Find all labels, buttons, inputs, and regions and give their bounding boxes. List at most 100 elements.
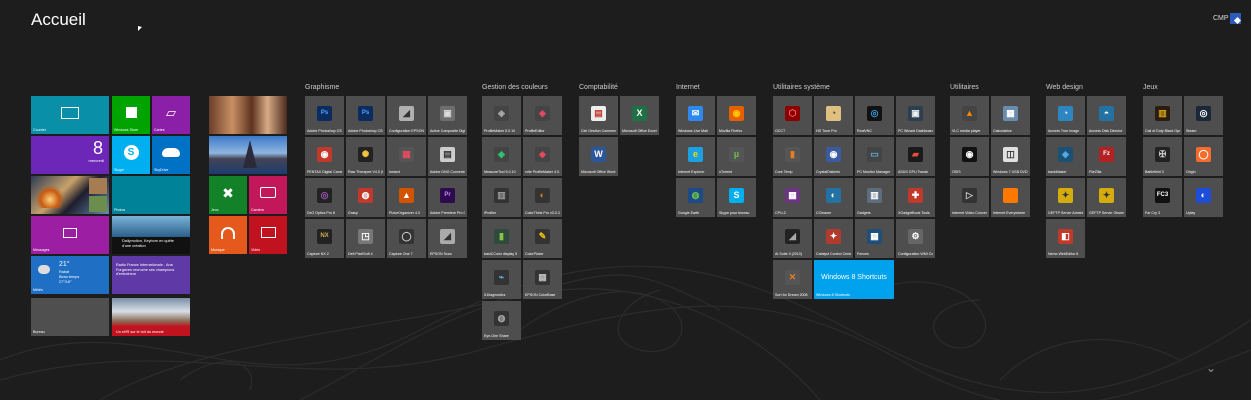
app-tile[interactable]: ◉PENTAX Digital Camera Utility 4 (305, 137, 344, 176)
app-tile[interactable]: ✉ Windows Live Mail (676, 96, 715, 135)
app-tile[interactable]: ▦ CPU-Z (773, 178, 812, 217)
tile-messages[interactable]: Messages (31, 216, 109, 254)
group-header[interactable]: Comptabilité (579, 84, 618, 91)
app-tile[interactable]: ◧ Nemo WebEditor 8 (1046, 219, 1085, 258)
app-tile[interactable]: ▲ PicturOrganizer 4.0 (387, 178, 426, 217)
tile-news[interactable]: Dailymotion, Keyborn en quête d'une créa… (112, 216, 190, 254)
app-tile[interactable]: ✦GEFTP Server Administration (1046, 178, 1085, 217)
app-tile[interactable]: ◎ Steam (1184, 96, 1223, 135)
app-tile[interactable]: ⬡ OCCT (773, 96, 812, 135)
app-tile[interactable]: ◐ ColorThink Pro v3.0.3 (523, 178, 562, 217)
app-tile[interactable]: XMicrosoft Office Excel 2007 (620, 96, 659, 135)
app-tile[interactable]: S Skype pour bureau (717, 178, 756, 217)
app-tile[interactable]: ✠ Battlefield 3 (1143, 137, 1182, 176)
tile-video[interactable]: Vidéo (249, 216, 287, 254)
user-avatar[interactable] (1230, 13, 1241, 24)
app-tile[interactable]: ▦ EPSON ColorBase (523, 260, 562, 299)
app-tile[interactable]: ◓ Acronis Disk Director (1087, 96, 1126, 135)
app-tile[interactable]: ◐ Uplay (1184, 178, 1223, 217)
app-tile[interactable]: ◐ CCleaner (814, 178, 853, 217)
chevron-down-icon[interactable]: ⌄ (1206, 361, 1216, 375)
app-tile[interactable]: ◉ OSIS (950, 137, 989, 176)
tile-photo-people[interactable] (209, 96, 287, 134)
tile-cartes[interactable]: ▱ Cartes (152, 96, 190, 134)
app-tile[interactable]: ⚙Configuration WMI Consol (896, 219, 935, 258)
app-tile[interactable]: ◈ backMaster (1046, 137, 1085, 176)
app-tile[interactable]: ✦ Catalyst Control Center (814, 219, 853, 258)
tile-bureau[interactable]: Bureau (31, 298, 109, 336)
app-tile[interactable]: ▥Call of Duty Black Ops II - Multiplayer (1143, 96, 1182, 135)
app-tile[interactable]: ✦GEFTP Server Observation Tray (1087, 178, 1126, 217)
app-tile[interactable]: µ uTorrent (717, 137, 756, 176)
app-tile[interactable]: ◢ EPSON Scan (428, 219, 467, 258)
app-tile[interactable]: ✺Raw Therapee V4.0 (64Bit) (346, 137, 385, 176)
app-tile[interactable]: ▥ Gadgets (855, 178, 894, 217)
app-tile[interactable]: ■ Internet Everywhere (991, 178, 1030, 217)
app-tile[interactable]: PrAdobe Premiere Pro CS6 (428, 178, 467, 217)
app-tile[interactable]: Fz FileZilla (1087, 137, 1126, 176)
tile-courrier[interactable]: Courrier (31, 96, 109, 134)
tile-photos[interactable]: Photos (112, 176, 190, 214)
app-tile[interactable]: PsAdobe Photoshop CS6 (64 Bit) (346, 96, 385, 135)
app-tile[interactable]: ⌁ i1Diagnostics (482, 260, 521, 299)
app-tile[interactable]: ✚ XGadgetBook Tools (896, 178, 935, 217)
tile-skype[interactable]: S Skype (112, 136, 150, 174)
app-tile[interactable]: ▦ Fences (855, 219, 894, 258)
tile-weather[interactable]: 21° Rabat Beau temps 27°/16° Météo (31, 256, 109, 294)
app-tile[interactable]: ◈ ProfileMaker 5.0.10 (482, 96, 521, 135)
app-tile[interactable]: ◳ Defi PixelSoft 4 (346, 219, 385, 258)
app-tile[interactable]: ▲ VLC media player (950, 96, 989, 135)
user-name[interactable]: CMP (1213, 15, 1229, 22)
group-header[interactable]: Jeux (1143, 84, 1158, 91)
app-tile[interactable]: ▮ basICColor display 5 (482, 219, 521, 258)
app-tile[interactable]: ◎ DxO Optics Pro 8 (305, 178, 344, 217)
group-header[interactable]: Web design (1046, 84, 1083, 91)
app-tile[interactable]: Windows 8 Shortcuts Windows 8 Shortcuts (814, 260, 894, 299)
app-tile[interactable]: ▦ Instant (387, 137, 426, 176)
group-header[interactable]: Gestion des couleurs (482, 84, 548, 91)
app-tile[interactable]: ◈ MeasureTool 5.0.10 (482, 137, 521, 176)
tile-skydrive[interactable]: SkyDrive (152, 136, 190, 174)
app-tile[interactable]: ◍ Google Earth (676, 178, 715, 217)
app-tile[interactable]: ▤Ciel Gestion Commerciale (579, 96, 618, 135)
app-tile[interactable]: ◈ ProfileEditor (523, 96, 562, 135)
app-tile[interactable]: NX Capture NX 2 (305, 219, 344, 258)
app-tile[interactable]: ◍ Eye-One Share (482, 301, 521, 340)
app-tile[interactable]: e Internet Explorer (676, 137, 715, 176)
app-tile[interactable]: ▣Active Composite Digi 1.0 (428, 96, 467, 135)
app-tile[interactable]: ◔ Acronis True Image (1046, 96, 1085, 135)
tile-geo[interactable]: Un sHR sur le toit du monde (112, 298, 190, 336)
app-tile[interactable]: PsAdobe Photoshop CS5 (64 Bit) (305, 96, 344, 135)
tile-store[interactable]: Windows Store (112, 96, 150, 134)
tile-camera[interactable]: Caméra (249, 176, 287, 214)
app-tile[interactable]: ◎ RealVNC (855, 96, 894, 135)
app-tile[interactable]: ▮ Core Temp (773, 137, 812, 176)
app-tile[interactable]: ◯ Capture One 7 (387, 219, 426, 258)
group-header[interactable]: Utilitaires (950, 84, 979, 91)
tile-photo-mosaic[interactable] (31, 176, 109, 214)
app-tile[interactable]: ◔ HD Tune Pro (814, 96, 853, 135)
group-header[interactable]: Graphisme (305, 84, 339, 91)
app-tile[interactable]: ◉ Mozilla Firefox (717, 96, 756, 135)
tile-photo-paris[interactable] (209, 136, 287, 174)
app-tile[interactable]: ✎ ColorPicker (523, 219, 562, 258)
app-tile[interactable]: FC3 Far Cry 3 (1143, 178, 1182, 217)
app-tile[interactable]: ▤ Adobe DNG Converter (428, 137, 467, 176)
tile-calendar[interactable]: 8 mercredi (31, 136, 109, 174)
tile-radio[interactable]: Radio France Internationale - Ana Forgav… (112, 256, 190, 294)
group-header[interactable]: Utilitaires système (773, 84, 830, 91)
app-tile[interactable]: ◢Configuration EPSON Scan (387, 96, 426, 135)
app-tile[interactable]: ▰ ASUS GPU Tweak (896, 137, 935, 176)
app-tile[interactable]: ▷Internet Video Converter 2.33.3 (950, 178, 989, 217)
app-tile[interactable]: ▥ iProfiler (482, 178, 521, 217)
app-tile[interactable]: ◈ xrite ProfileMaker 4.0.2 (523, 137, 562, 176)
app-tile[interactable]: ✕ Sort for Dream 2008 (773, 260, 812, 299)
tile-musique[interactable]: Musique (209, 216, 247, 254)
app-tile[interactable]: ◢ AI Suite II (2010) (773, 219, 812, 258)
app-tile[interactable]: ▣ PC Wizard Dashboard (896, 96, 935, 135)
app-tile[interactable]: ▭ PC Monitor Manager (855, 137, 894, 176)
app-tile[interactable]: WMicrosoft Office Word 2007 (579, 137, 618, 176)
app-tile[interactable]: ◍ Grasp (346, 178, 385, 217)
group-header[interactable]: Internet (676, 84, 700, 91)
app-tile[interactable]: ◉ CrystalDiskInfo (814, 137, 853, 176)
